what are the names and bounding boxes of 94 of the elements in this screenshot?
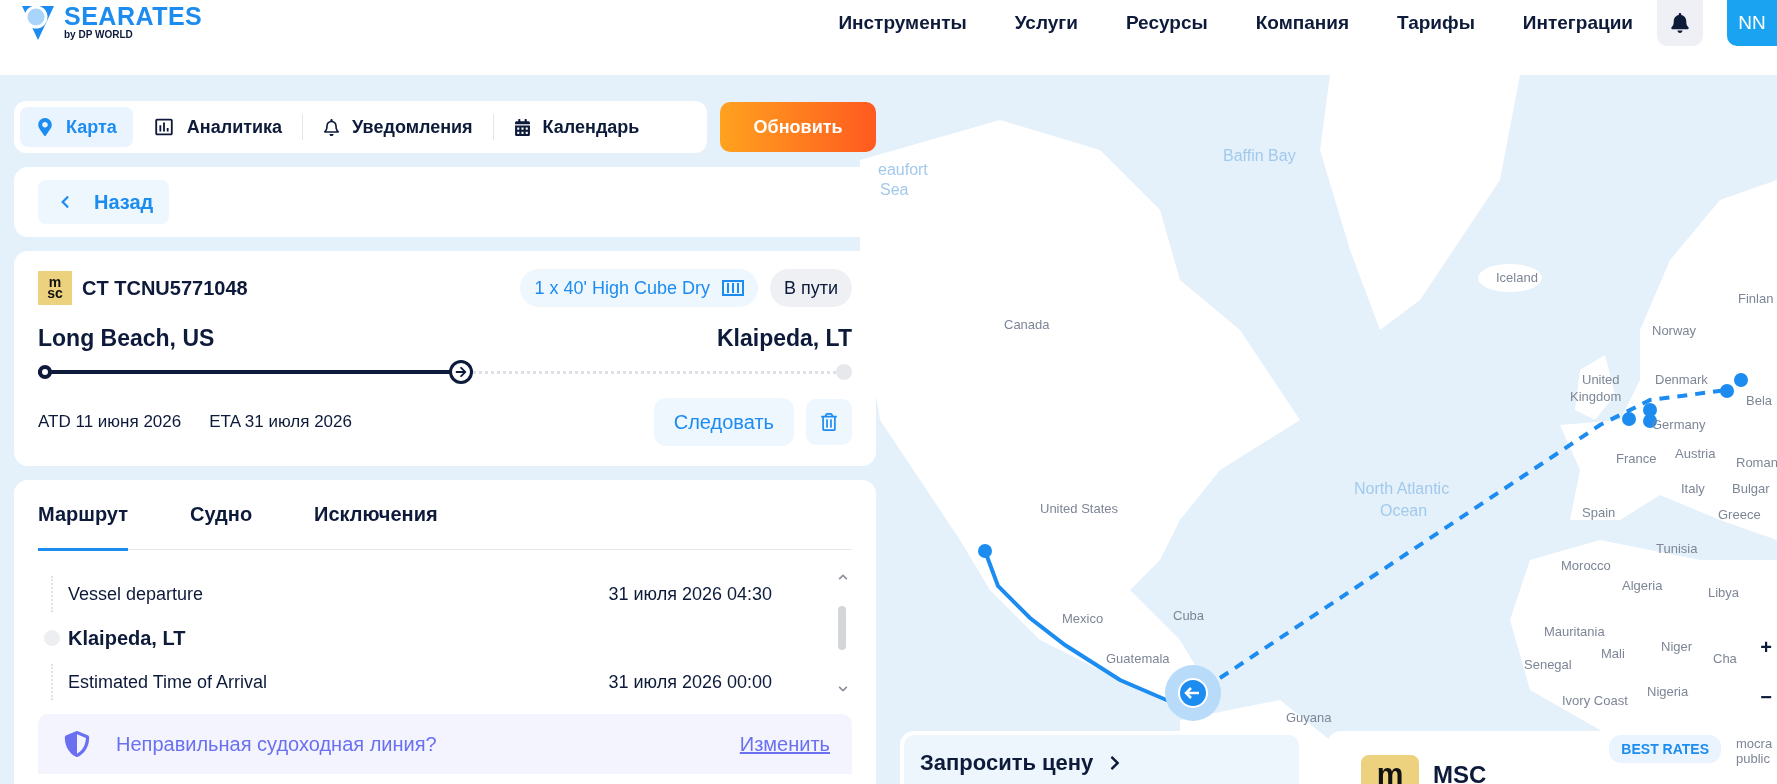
best-rates-badge: BEST RATES <box>1609 735 1721 763</box>
departure-date: ATD 11 июня 2026 <box>38 412 182 432</box>
start-point-icon <box>38 365 52 379</box>
map-label: Canada <box>1004 318 1050 331</box>
map-label: United <box>1582 373 1620 386</box>
origin-port: Long Beach, US <box>38 325 215 352</box>
map-label: Cha <box>1713 652 1737 665</box>
map-label: Ivory Coast <box>1562 694 1628 707</box>
map-label: Baffin Bay <box>1223 148 1296 164</box>
map-label: United States <box>1040 502 1119 515</box>
trash-icon <box>820 413 838 431</box>
port-marker[interactable] <box>1720 384 1734 398</box>
port-marker[interactable] <box>1622 412 1636 426</box>
port-marker[interactable] <box>1643 403 1657 417</box>
destination-port: Klaipeda, LT <box>716 325 852 352</box>
nav-link[interactable]: Компания <box>1255 12 1349 34</box>
delete-button[interactable] <box>806 399 852 445</box>
change-link[interactable]: Изменить <box>739 732 830 756</box>
map-label: Niger <box>1661 640 1693 653</box>
map-label: eaufort <box>878 162 928 178</box>
vessel-position-marker[interactable] <box>1165 665 1221 721</box>
alert-text: Неправильная судоходная линия? <box>116 732 437 756</box>
nav-link[interactable]: Тарифы <box>1397 12 1475 34</box>
view-tab[interactable]: Аналитика <box>136 107 299 147</box>
nav-link[interactable]: Инструменты <box>838 12 967 34</box>
map-label: Guatemala <box>1106 652 1170 665</box>
port-marker[interactable] <box>1734 373 1748 387</box>
zoom-in-button[interactable]: + <box>1755 622 1777 672</box>
carrier-name: MSC <box>1433 761 1487 784</box>
map-label: Guyana <box>1286 711 1332 724</box>
status-chip: В пути <box>769 269 852 307</box>
view-tab[interactable]: Уведомления <box>307 107 489 147</box>
map-label: Tunisia <box>1656 542 1698 555</box>
bell-icon <box>323 118 341 136</box>
event-name: Estimated Time of Arrival <box>68 671 268 693</box>
carrier-logo: m <box>1361 755 1419 784</box>
port-marker[interactable] <box>978 544 992 558</box>
bell-icon <box>1670 13 1690 33</box>
port-name: Klaipeda, LT <box>68 626 186 650</box>
map-label: Bela <box>1746 394 1773 407</box>
carrier-logo: m sc <box>38 271 72 305</box>
map-label: Mauritania <box>1544 625 1605 638</box>
map-label: Greece <box>1718 508 1761 521</box>
map-label: France <box>1616 452 1657 465</box>
map-label: Morocco <box>1561 559 1611 572</box>
container-type-chip: 1 x 40' High Cube Dry <box>520 269 758 307</box>
map-label: Mexico <box>1062 612 1104 625</box>
chart-icon <box>152 116 175 138</box>
details-tab[interactable]: Исключения <box>314 503 438 551</box>
map-label: Bulgar <box>1732 482 1770 495</box>
logo-tagline: by DP WORLD <box>64 29 134 40</box>
map-label: Mali <box>1601 647 1625 660</box>
map-label: Algeria <box>1622 579 1663 592</box>
event-time: 31 июля 2026 00:00 <box>608 671 772 693</box>
notifications-button[interactable] <box>1657 0 1703 46</box>
map-label: Norway <box>1652 324 1697 337</box>
map-label: Sea <box>880 182 909 198</box>
container-number: CT TCNU5771048 <box>82 276 248 300</box>
details-tab[interactable]: Судно <box>190 503 253 551</box>
scroll-down-icon[interactable] <box>838 684 848 694</box>
container-icon <box>721 280 744 296</box>
map-label: Austria <box>1675 447 1716 460</box>
logo-wordmark: SEARATES <box>64 4 203 29</box>
map-label: Cuba <box>1173 609 1205 622</box>
view-tab[interactable]: Календарь <box>497 107 656 147</box>
shield-icon <box>64 731 90 757</box>
calendar-icon <box>513 118 531 136</box>
map-label: Denmark <box>1655 373 1708 386</box>
map-label: Kingdom <box>1570 390 1622 403</box>
map-label: public <box>1736 752 1770 765</box>
map-label: Spain <box>1582 506 1616 519</box>
map-label: Libya <box>1708 586 1740 599</box>
map-label: mocra <box>1736 737 1773 750</box>
event-name: Vessel departure <box>68 583 204 605</box>
map-label: Roman <box>1736 456 1777 469</box>
map-label: Italy <box>1681 482 1705 495</box>
scrollbar-thumb[interactable] <box>838 606 846 650</box>
nav-link[interactable]: Ресурсы <box>1125 12 1208 34</box>
nav-link[interactable]: Интеграции <box>1522 12 1633 34</box>
map-label: Germany <box>1652 418 1706 431</box>
arrow-right-icon <box>449 360 474 384</box>
nav-link[interactable]: Услуги <box>1014 12 1078 34</box>
map-pin-icon <box>36 118 54 136</box>
arrival-date: ETA 31 июля 2026 <box>209 412 352 432</box>
scroll-up-icon[interactable] <box>838 572 848 582</box>
map-label: Iceland <box>1496 271 1538 284</box>
map-label: Senegal <box>1524 658 1572 671</box>
map-label: Ocean <box>1380 503 1428 519</box>
zoom-out-button[interactable]: − <box>1755 672 1777 722</box>
map-label: Finlan <box>1738 292 1774 305</box>
map-label: Nigeria <box>1647 685 1689 698</box>
details-tab[interactable]: Маршрут <box>38 503 129 551</box>
event-time: 31 июля 2026 04:30 <box>608 583 772 605</box>
map-label: North Atlantic <box>1354 481 1450 497</box>
